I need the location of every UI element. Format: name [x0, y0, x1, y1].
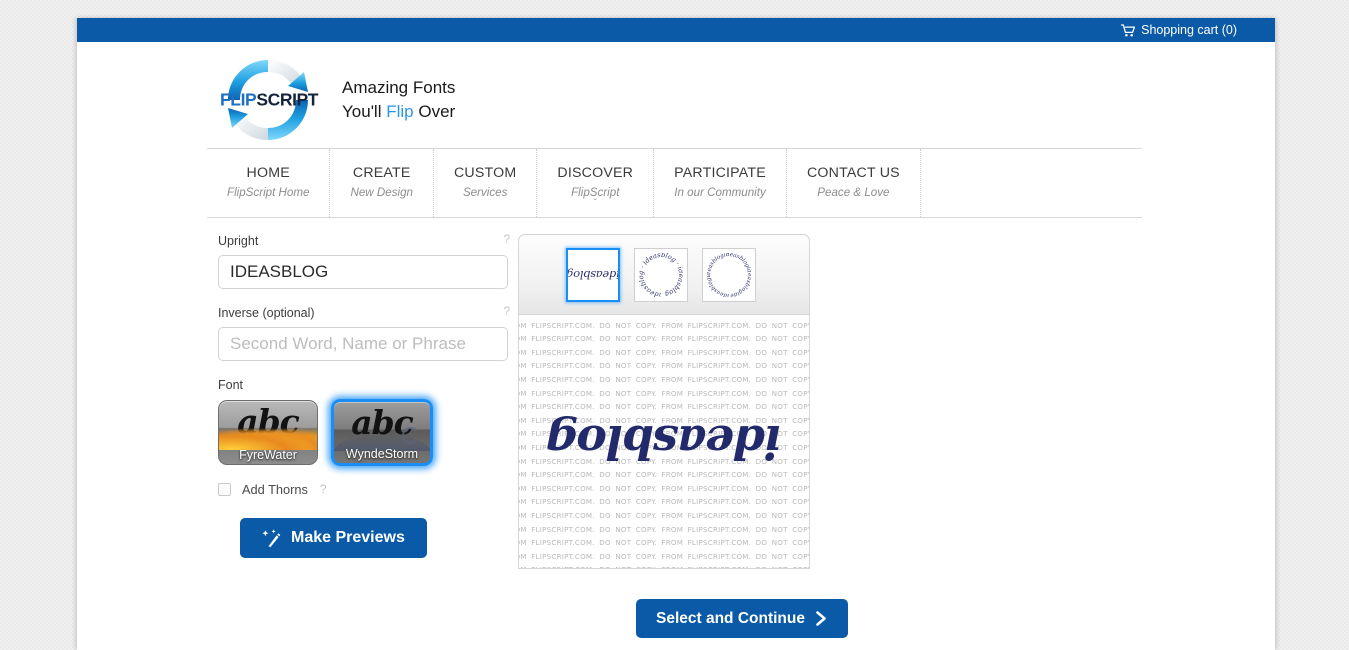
nav-item-participate[interactable]: PARTICIPATE In our Community ˇ [654, 149, 787, 217]
tagline-pre: You'll [342, 102, 386, 121]
chevron-down-icon[interactable]: ˇ [537, 199, 653, 209]
nav-item-create[interactable]: CREATE New Design [330, 149, 434, 217]
font-label-row: Font [218, 378, 510, 394]
inverse-label-row: Inverse (optional) ? [218, 306, 510, 322]
font-option-label: WyndeStorm [334, 447, 430, 462]
nav-subtitle: Services [454, 186, 516, 200]
svg-text:ideasblog · ideasblog · ideasb: ideasblog · ideasblog · ideasblog [639, 253, 683, 297]
nav-item-custom[interactable]: CUSTOM Services [434, 149, 537, 217]
make-previews-button[interactable]: Make Previews [240, 518, 427, 558]
ring-dense-layout-icon: ideasblogideasblogideasblogideasblogidea… [707, 253, 751, 297]
logo-block[interactable]: FLIPSCRIPT Amazing Fonts You'll Flip Ove… [220, 52, 455, 148]
preview-thumbnail-2[interactable]: ideasblog · ideasblog · ideasblog [634, 248, 688, 302]
font-label: Font [218, 378, 243, 392]
nav-subtitle: New Design [350, 186, 413, 200]
site-header: FLIPSCRIPT Amazing Fonts You'll Flip Ove… [77, 42, 1275, 158]
upright-label: Upright [218, 234, 258, 248]
shopping-cart-icon [1121, 24, 1135, 37]
nav-title: CONTACT US [807, 165, 900, 183]
nav-title: DISCOVER [557, 165, 633, 183]
preview-panel: ideasblog ideasblog · ideasblog · ideasb… [518, 234, 810, 569]
upright-label-row: Upright ? [218, 234, 510, 250]
font-selector: abc FyreWater abc WyndeStorm [218, 399, 510, 466]
help-icon-thorns[interactable]: ? [320, 482, 327, 496]
flipscript-logo-icon: FLIPSCRIPT [220, 52, 316, 148]
page-container: Shopping cart (0) [77, 18, 1275, 650]
shopping-cart-label: Shopping cart (0) [1141, 23, 1237, 37]
add-thorns-label: Add Thorns [242, 482, 308, 497]
ring-layout-icon: ideasblog · ideasblog · ideasblog [639, 253, 683, 297]
thumbnail-word: ideasblog [566, 268, 619, 282]
font-option-label: FyreWater [219, 448, 317, 463]
select-continue-label: Select and Continue [656, 610, 805, 628]
main-navigation: HOME FlipScript Home CREATE New Design C… [207, 148, 1142, 218]
nav-title: PARTICIPATE [674, 165, 766, 183]
upright-input[interactable] [218, 255, 508, 289]
font-option-fyrewater[interactable]: abc FyreWater [218, 400, 318, 465]
tagline-highlight: Flip [386, 102, 413, 121]
magic-wand-icon [262, 529, 281, 548]
inverse-label: Inverse (optional) [218, 306, 315, 320]
inverse-input[interactable] [218, 327, 508, 361]
shopping-cart-button[interactable]: Shopping cart (0) [1121, 23, 1237, 37]
add-thorns-checkbox[interactable] [218, 483, 231, 496]
nav-title: CREATE [350, 165, 413, 183]
nav-item-contact-us[interactable]: CONTACT US Peace & Love [787, 149, 921, 217]
preview-thumbnail-strip: ideasblog ideasblog · ideasblog · ideasb… [518, 234, 810, 314]
preview-thumbnail-3[interactable]: ideasblogideasblogideasblogideasblogidea… [702, 248, 756, 302]
preview-canvas[interactable]: FROM FLIPSCRIPT.COM. DO NOT COPY. FROM F… [518, 314, 810, 569]
make-previews-label: Make Previews [291, 529, 405, 547]
flame-decoration-icon [219, 428, 317, 450]
swirl-decoration-icon [402, 427, 419, 444]
help-icon-upright[interactable]: ? [503, 233, 510, 245]
select-and-continue-button[interactable]: Select and Continue [636, 599, 848, 638]
logo-flip-text: FLIP [220, 89, 256, 109]
nav-item-home[interactable]: HOME FlipScript Home [207, 149, 330, 217]
chevron-right-icon [815, 611, 828, 626]
ambigram-preview-word: ideasblog [547, 415, 781, 469]
design-form: Upright ? Inverse (optional) ? Font abc … [218, 234, 510, 558]
preview-thumbnail-1[interactable]: ideasblog [566, 248, 620, 302]
nav-subtitle: Peace & Love [807, 186, 900, 200]
nav-title: CUSTOM [454, 165, 516, 183]
tagline-line-2: You'll Flip Over [342, 100, 455, 124]
nav-title: HOME [227, 165, 309, 183]
tagline: Amazing Fonts You'll Flip Over [342, 76, 455, 124]
top-bar: Shopping cart (0) [77, 18, 1275, 42]
nav-item-discover[interactable]: DISCOVER FlipScript ˇ [537, 149, 654, 217]
logo-wordmark: FLIPSCRIPT [220, 91, 316, 109]
tagline-post: Over [414, 102, 456, 121]
chevron-down-icon[interactable]: ˇ [654, 199, 786, 209]
help-icon-inverse[interactable]: ? [503, 305, 510, 317]
nav-subtitle: FlipScript Home [227, 186, 309, 200]
tagline-line-1: Amazing Fonts [342, 76, 455, 100]
svg-text:ideasblogideasblogideasblogide: ideasblogideasblogideasblogideasblogidea… [707, 253, 751, 297]
add-thorns-row: Add Thorns ? [218, 481, 510, 497]
logo-script-text: SCRIPT [256, 89, 318, 109]
font-option-wyndestorm[interactable]: abc WyndeStorm [331, 399, 433, 466]
